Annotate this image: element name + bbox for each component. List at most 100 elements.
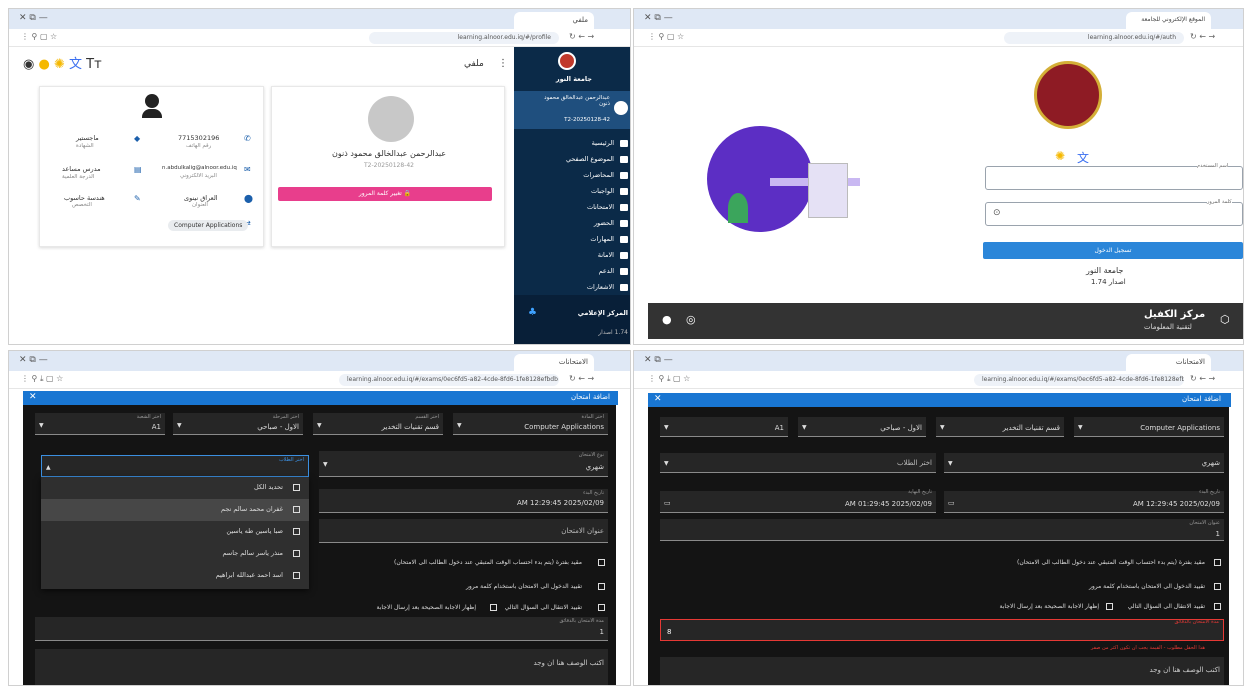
department-chip[interactable]: Computer Applications: [168, 220, 249, 231]
nav-icons[interactable]: ⋮ ⚲ ▢ ☆: [648, 32, 684, 41]
option-checkbox-2[interactable]: [598, 583, 605, 590]
sidebar-item[interactable]: الامانة: [598, 251, 614, 259]
close-icon[interactable]: ✕: [29, 392, 37, 402]
nav-icons[interactable]: ⋮ ⚲ ⤓ ▢ ☆: [21, 374, 63, 384]
exam-title-field[interactable]: عنوان الامتحان 1: [660, 519, 1224, 541]
user-block[interactable]: عبدالرحمن عبدالخالق محمود ذنون T2-202501…: [514, 91, 630, 129]
duration-value: 1: [599, 628, 604, 636]
menu-icon[interactable]: ⋮: [498, 58, 508, 69]
dropdown-option[interactable]: غفران محمد سالم نجم: [41, 499, 309, 521]
sidebar-item[interactable]: المهارات: [590, 235, 614, 243]
description-field[interactable]: اكتب الوصف هنا ان وجد: [660, 657, 1224, 685]
exam-type-select[interactable]: نوع الامتحان شهري ▼: [319, 451, 608, 477]
window-controls[interactable]: ✕ ⧉ —: [644, 13, 673, 23]
translate-icon[interactable]: 文: [69, 57, 82, 72]
option-checkbox-2[interactable]: [1214, 583, 1221, 590]
duration-field-error[interactable]: مدة الامتحان بالدقائق 8: [660, 619, 1224, 641]
option-checkbox[interactable]: [293, 528, 300, 535]
stage-select[interactable]: اختر المرحلة الاول - صباحي ▼: [173, 413, 303, 435]
dropdown-option[interactable]: صبا ياسين طه ياسين: [41, 521, 309, 543]
url-field[interactable]: learning.alnoor.edu.iq/#/auth: [1004, 32, 1184, 44]
url-field[interactable]: learning.alnoor.edu.iq/#/profile: [369, 32, 559, 44]
calendar-icon[interactable]: ▭: [664, 499, 671, 507]
section-select[interactable]: قسم تقنيات التخدير ▼: [936, 417, 1064, 437]
group-select[interactable]: A1 ▼: [660, 417, 788, 437]
window-controls[interactable]: ✕ ⧉ —: [19, 355, 48, 365]
browser-tab[interactable]: الامتحانات: [1126, 354, 1211, 371]
tab-title: الموقع الإلكتروني للجامعة: [1141, 16, 1205, 23]
option-checkbox[interactable]: [293, 550, 300, 557]
facebook-icon[interactable]: ●: [662, 313, 672, 326]
nav-icons[interactable]: ⋮ ⚲ ▢ ☆: [21, 32, 57, 41]
dropdown-option[interactable]: اسد احمد عبدالله ابراهيم: [41, 565, 309, 587]
email-value: n.abdulkalig@alnoor.edu.iq: [162, 165, 237, 171]
password-input[interactable]: [985, 202, 1243, 226]
exam-title-label: عنوان الامتحان: [1189, 520, 1220, 526]
calendar-icon[interactable]: ▭: [948, 499, 955, 507]
group-select[interactable]: اختر الشعبة A1 ▼: [35, 413, 165, 435]
start-date-field[interactable]: تاريخ البدء AM 12:29:45 2025/02/09: [319, 489, 608, 513]
option-checkbox[interactable]: [293, 572, 300, 579]
sidebar-item[interactable]: الامتحانات: [587, 203, 614, 211]
theme-icon[interactable]: ✺: [54, 57, 65, 72]
window-controls[interactable]: ✕ ⧉ —: [19, 13, 48, 23]
option-checkbox-1[interactable]: [598, 559, 605, 566]
instagram-icon[interactable]: ◎: [686, 313, 696, 326]
sidebar-item[interactable]: المحاضرات: [583, 171, 614, 179]
dept-value: Computer Applications: [524, 423, 604, 431]
duration-field[interactable]: مدة الامتحان بالدقائق 1: [35, 617, 608, 641]
reload-icon[interactable]: ↻ ← →: [1190, 374, 1215, 383]
text-size-icon[interactable]: Tт: [86, 57, 102, 72]
window-controls[interactable]: ✕ ⧉ —: [644, 355, 673, 365]
students-select[interactable]: اختر الطلاب ▼: [660, 453, 936, 473]
username-input[interactable]: [985, 166, 1243, 190]
illustration-panel: [648, 53, 926, 303]
sidebar-item[interactable]: الاشعارات: [587, 283, 614, 291]
url-field[interactable]: learning.alnoor.edu.iq/#/exams/0ec6fd5-a…: [974, 374, 1184, 386]
start-date-field[interactable]: تاريخ البدء AM 12:29:45 2025/02/09 ▭: [944, 489, 1224, 513]
option-checkbox[interactable]: [293, 506, 300, 513]
sidebar-item[interactable]: الدعم: [599, 267, 614, 275]
dept-select[interactable]: اختر المادة Computer Applications ▼: [453, 413, 608, 435]
option-checkbox-1[interactable]: [1214, 559, 1221, 566]
sidebar-item[interactable]: الرئيسية: [592, 139, 614, 147]
stage-select[interactable]: الاول - صباحي ▼: [798, 417, 926, 437]
browser-tab[interactable]: الامتحانات: [514, 354, 594, 371]
nav-icons[interactable]: ⋮ ⚲ ⤓ ▢ ☆: [648, 374, 690, 384]
eye-icon[interactable]: ⊙: [993, 208, 1001, 218]
reload-icon[interactable]: ↻ ← →: [1190, 32, 1215, 41]
chevron-down-icon: ▼: [323, 461, 328, 468]
description-field[interactable]: اكتب الوصف هنا ان وجد: [35, 649, 608, 685]
reset-password-button[interactable]: 🔒 تغيير كلمة المرور: [278, 187, 492, 201]
exam-title-field[interactable]: عنوان الامتحان: [319, 519, 608, 543]
bell-icon[interactable]: ●: [38, 57, 49, 72]
dept-select[interactable]: Computer Applications ▼: [1074, 417, 1224, 437]
translate-icon[interactable]: 文: [1077, 149, 1089, 166]
browser-tab[interactable]: الموقع الإلكتروني للجامعة: [1126, 12, 1211, 29]
reload-icon[interactable]: ↻ ← →: [569, 374, 594, 383]
option-checkbox-4[interactable]: [1106, 603, 1113, 610]
dropdown-option[interactable]: تحديد الكل: [41, 477, 309, 499]
option-checkbox-3[interactable]: [598, 604, 605, 611]
option-checkbox-4[interactable]: [490, 604, 497, 611]
account-icon[interactable]: ◉: [23, 57, 34, 72]
reload-icon[interactable]: ↻ ← →: [569, 32, 594, 41]
option-checkbox[interactable]: [293, 484, 300, 491]
sidebar-item[interactable]: الحضور: [594, 219, 614, 227]
sidebar-item[interactable]: الواجبات: [591, 187, 614, 195]
exam-type-select[interactable]: شهري ▼: [944, 453, 1224, 473]
exam-title-value: 1: [1215, 530, 1220, 538]
students-select[interactable]: اختر الطلاب ▲: [41, 455, 309, 477]
section-select[interactable]: اختر القسم قسم تقنيات التخدير ▼: [313, 413, 443, 435]
sidebar-item[interactable]: الموضوع الصفحي: [566, 155, 614, 163]
end-date-field[interactable]: تاريخ النهاية AM 01:29:45 2025/02/09 ▭: [660, 489, 936, 513]
browser-tab[interactable]: ملفي: [514, 12, 594, 29]
profile-card: عبدالرحمن عبدالخالق محمود ذنون T2-202501…: [271, 86, 505, 247]
dropdown-option[interactable]: منذر ياسر سالم جاسم: [41, 543, 309, 565]
sidebar-item-icon: [620, 284, 628, 291]
url-field[interactable]: learning.alnoor.edu.iq/#/exams/0ec6fd5-a…: [339, 374, 559, 386]
option-checkbox-3[interactable]: [1214, 603, 1221, 610]
theme-icon[interactable]: ✺: [1055, 149, 1065, 163]
login-button[interactable]: تسجيل الدخول: [983, 242, 1243, 259]
close-icon[interactable]: ✕: [654, 394, 662, 404]
